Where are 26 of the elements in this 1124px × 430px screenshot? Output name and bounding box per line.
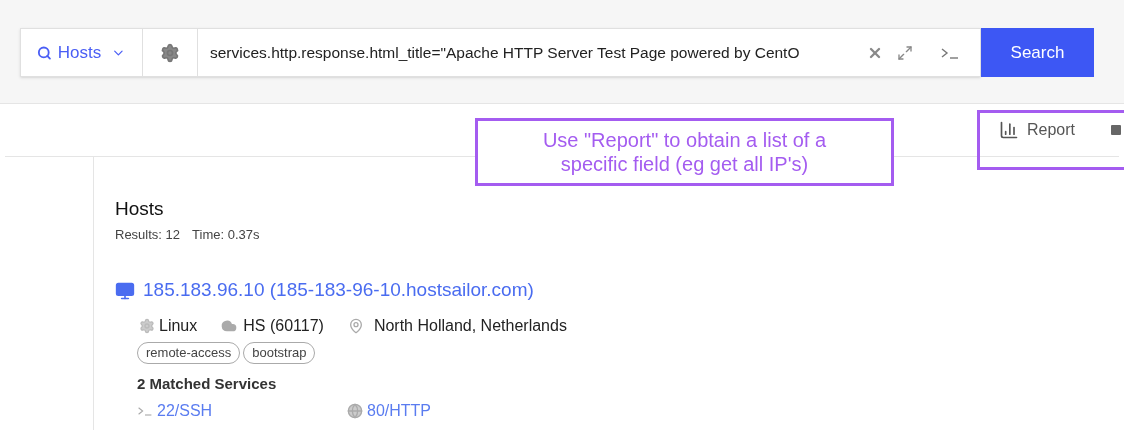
query-field[interactable]: services.http.response.html_title="Apache HTTP Server Test Page powered by CentO	[198, 29, 860, 76]
results-summary: Time: 0.37s	[192, 225, 260, 244]
service-link[interactable]: 80/HTTP	[347, 399, 557, 424]
gear-icon	[160, 42, 180, 63]
scope-dropdown[interactable]: Hosts	[21, 29, 143, 76]
bar-chart-icon	[998, 120, 1019, 140]
terminal-icon	[137, 405, 153, 418]
host-location: North Holland, Netherlands	[373, 315, 567, 336]
monitor-icon	[115, 280, 135, 301]
host-os: Linux	[159, 315, 198, 336]
expand-icon	[897, 44, 913, 61]
terminal-icon	[940, 46, 960, 59]
annotation-text: Use "Report" to obtain a list of a specific field (eg get all IP's)	[541, 128, 828, 176]
search-icon	[37, 44, 52, 61]
gear-icon	[139, 317, 155, 334]
host-link[interactable]: 185.183.96.10 (185-183-96-10.hostsailor.com)	[143, 276, 534, 305]
search-button[interactable]: Search	[981, 28, 1094, 77]
host-network: HS (60117)	[243, 315, 324, 336]
globe-icon	[347, 403, 363, 420]
location-pin-icon	[347, 317, 364, 334]
matched-services-heading: 2 Matched Services	[137, 373, 278, 394]
search-bar[interactable]: Hosts services.http.response.html_title="Apache HTTP Server Test Page powered by CentO	[20, 28, 981, 77]
results-title: Hosts	[115, 197, 165, 221]
results-summary: Results: 12	[115, 225, 181, 244]
service-link[interactable]: 22/SSH	[137, 399, 347, 424]
report-button[interactable]: Report	[998, 118, 1075, 142]
